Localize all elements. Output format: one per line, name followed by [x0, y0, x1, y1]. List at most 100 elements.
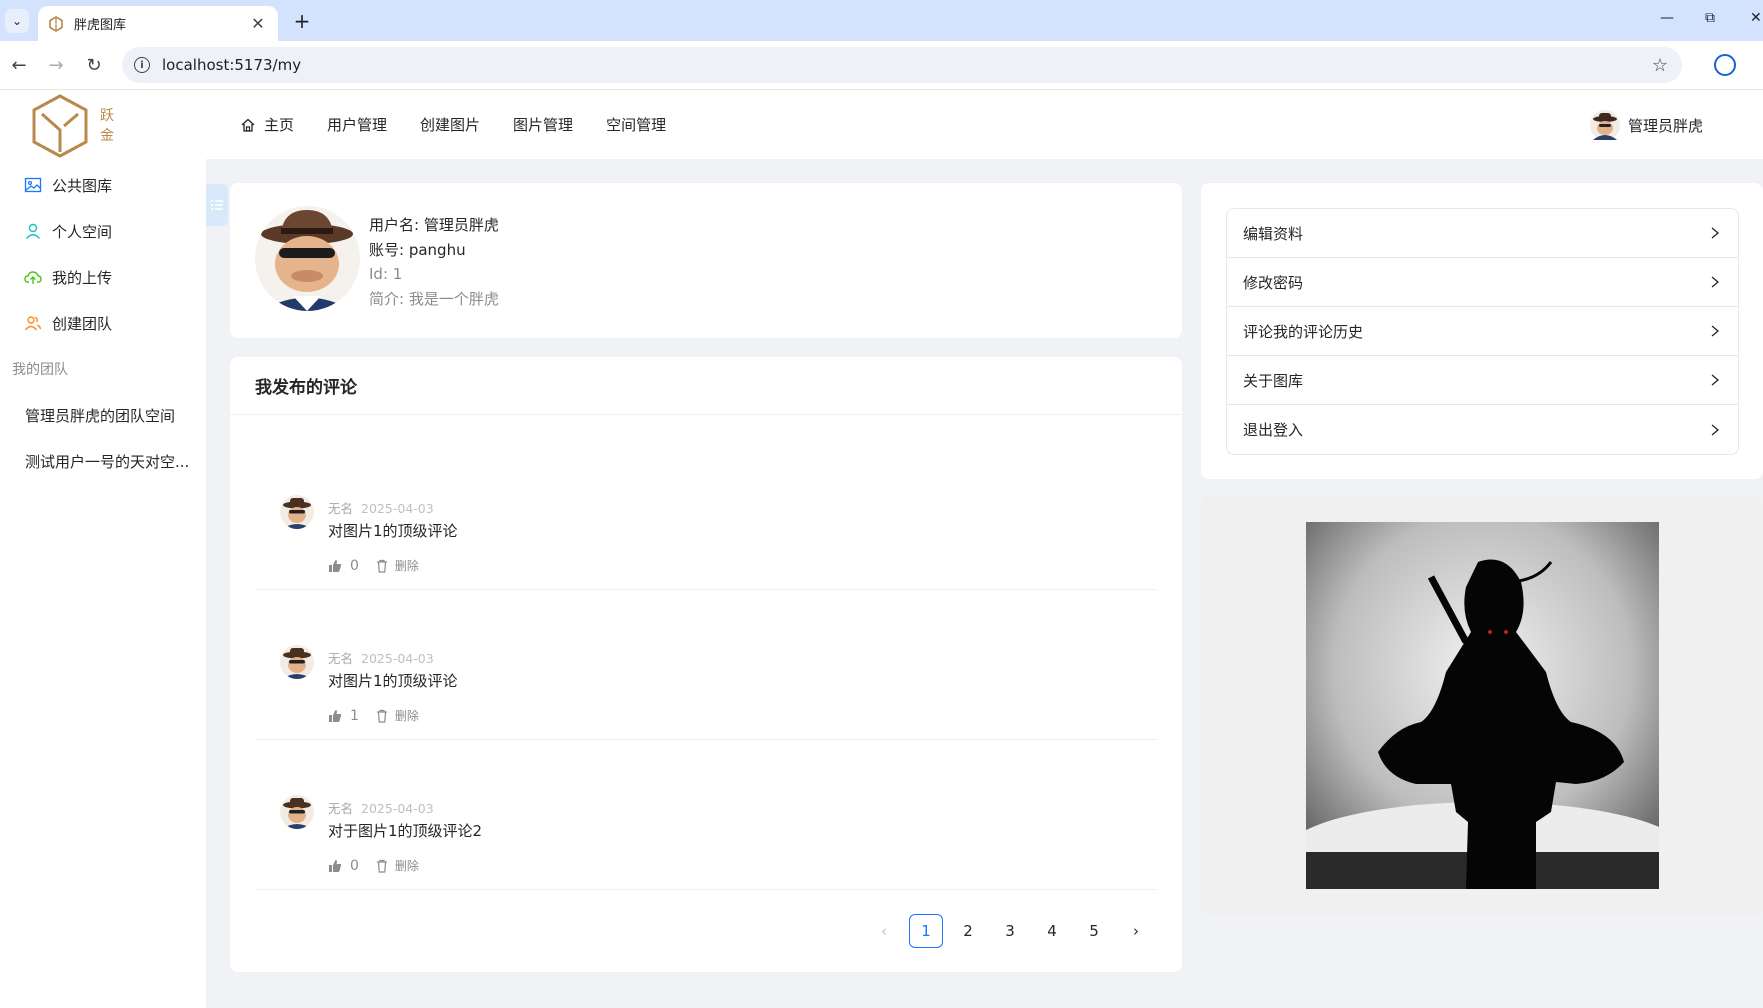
logo-char-1: 跃	[100, 108, 114, 124]
comment-content: 对图片1的顶级评论	[328, 522, 458, 540]
chevron-right-icon	[1711, 276, 1720, 288]
browser-tab[interactable]: 胖虎图库 ✕	[38, 6, 278, 41]
menu-item-label: 关于图库	[1243, 371, 1304, 390]
profile-avatar	[255, 206, 360, 311]
trash-icon[interactable]	[375, 709, 389, 723]
featured-image[interactable]	[1306, 522, 1659, 889]
tab-search-dropdown-icon[interactable]: ⌄	[5, 9, 29, 33]
team-icon	[24, 316, 42, 331]
like-button[interactable]: 0	[328, 558, 375, 574]
comment-actions: 1 删除	[328, 707, 419, 724]
like-count: 1	[350, 707, 359, 724]
browser-profile-icon[interactable]	[1714, 54, 1736, 76]
thumbs-up-icon	[329, 559, 342, 572]
page-2[interactable]: 2	[951, 914, 985, 948]
chevron-right-icon	[1711, 325, 1720, 337]
cloud-upload-icon	[24, 271, 42, 284]
sidebar-group-title: 我的团队	[12, 362, 68, 378]
next-page-icon[interactable]: ›	[1119, 914, 1153, 948]
reload-icon[interactable]: ↻	[82, 53, 106, 77]
menu-item-label: 编辑资料	[1243, 224, 1304, 243]
chevron-right-icon	[1711, 374, 1720, 386]
back-icon[interactable]: ←	[7, 53, 31, 77]
sidebar-collapse-toggle[interactable]	[206, 184, 228, 226]
nav-space-management[interactable]: 空间管理	[606, 114, 666, 135]
site-logo[interactable]: 跃 金	[28, 92, 128, 160]
browser-toolbar: ← → ↻ i localhost:5173/my ☆	[0, 41, 1763, 90]
nav-user-management[interactable]: 用户管理	[327, 114, 387, 135]
site-favicon-icon	[49, 15, 63, 32]
menu-item-label: 退出登入	[1243, 421, 1304, 439]
profile-username: 用户名: 管理员胖虎	[369, 216, 499, 234]
delete-comment-button[interactable]: 删除	[395, 557, 419, 574]
prev-page-icon[interactable]: ‹	[867, 914, 901, 948]
like-count: 0	[350, 557, 359, 574]
menu-logout[interactable]: 退出登入	[1227, 405, 1738, 454]
home-icon	[241, 118, 255, 132]
sidebar-item-my-uploads[interactable]: 我的上传	[0, 254, 206, 300]
nav-picture-management[interactable]: 图片管理	[513, 114, 573, 135]
nav-home[interactable]: 主页	[240, 114, 294, 135]
trash-icon[interactable]	[375, 559, 389, 573]
chevron-right-icon	[1711, 424, 1720, 435]
profile-account: 账号: panghu	[369, 240, 466, 259]
tab-close-icon[interactable]: ✕	[248, 14, 268, 33]
page-1[interactable]: 1	[909, 914, 943, 948]
comment-actions: 0 删除	[328, 857, 419, 874]
profile-info: 用户名: 管理员胖虎 账号: panghu Id: 1 简介: 我是一个胖虎	[369, 213, 499, 311]
bookmark-star-icon[interactable]: ☆	[1652, 55, 1668, 76]
menu-change-password[interactable]: 修改密码	[1227, 258, 1738, 307]
menu-about-gallery[interactable]: 关于图库	[1227, 356, 1738, 405]
like-button[interactable]: 0	[328, 858, 375, 874]
page-5[interactable]: 5	[1077, 914, 1111, 948]
profile-card: 用户名: 管理员胖虎 账号: panghu Id: 1 简介: 我是一个胖虎	[230, 183, 1182, 338]
comment-avatar	[280, 495, 314, 529]
sidebar-item-team-1[interactable]: 管理员胖虎的团队空间	[0, 392, 206, 438]
delete-comment-button[interactable]: 删除	[395, 707, 419, 724]
site-info-icon[interactable]: i	[134, 57, 150, 73]
sidebar-item-create-team[interactable]: 创建团队	[0, 300, 206, 346]
address-bar[interactable]: i localhost:5173/my ☆	[122, 47, 1682, 83]
trash-icon[interactable]	[375, 859, 389, 873]
sidebar-item-label: 我的上传	[52, 268, 113, 287]
page-4[interactable]: 4	[1035, 914, 1069, 948]
like-button[interactable]: 1	[328, 708, 375, 724]
logo-char-2: 金	[100, 128, 114, 144]
comment-author: 无名	[328, 501, 354, 516]
account-menu-list: 编辑资料 修改密码 评论我的评论历史 关于图库 退出登入	[1226, 208, 1739, 455]
comment-actions: 0 删除	[328, 557, 419, 574]
menu-item-label: 评论我的评论历史	[1243, 322, 1364, 341]
app-header: 跃 金 主页 用户管理 创建图片 图片管理 空间管理 管理员胖虎	[0, 90, 1763, 159]
window-close-icon[interactable]: ✕	[1750, 10, 1762, 26]
restore-icon[interactable]: ⧉	[1705, 10, 1715, 26]
new-tab-icon[interactable]: +	[290, 10, 314, 32]
delete-comment-button[interactable]: 删除	[395, 857, 419, 874]
sidebar-item-public-gallery[interactable]: 公共图库	[0, 162, 206, 208]
menu-edit-profile[interactable]: 编辑资料	[1227, 209, 1738, 258]
menu-comment-history[interactable]: 评论我的评论历史	[1227, 307, 1738, 356]
featured-image-card	[1201, 497, 1763, 915]
minimize-icon[interactable]: —	[1660, 10, 1674, 26]
comment-item: 无名 2025-04-03 对于图片1的顶级评论2 0 删除	[255, 740, 1157, 890]
top-navigation: 主页 用户管理 创建图片 图片管理 空间管理	[240, 90, 699, 159]
sidebar-item-label: 个人空间	[52, 222, 113, 241]
url-text[interactable]: localhost:5173/my	[162, 56, 1652, 74]
sidebar-item-label: 创建团队	[52, 314, 113, 333]
sidebar-item-team-2[interactable]: 测试用户一号的天对空...	[0, 438, 206, 484]
account-menu-card: 编辑资料 修改密码 评论我的评论历史 关于图库 退出登入	[1201, 183, 1763, 479]
menu-list-icon	[211, 200, 223, 210]
page-3[interactable]: 3	[993, 914, 1027, 948]
nav-create-picture[interactable]: 创建图片	[420, 114, 480, 135]
forward-icon[interactable]: →	[44, 53, 68, 77]
comment-avatar	[280, 795, 314, 829]
comment-item: 无名 2025-04-03 对图片1的顶级评论 1 删除	[255, 590, 1157, 740]
thumbs-up-icon	[329, 859, 342, 872]
comment-meta: 无名 2025-04-03	[328, 498, 434, 517]
pagination: ‹ 1 2 3 4 5 ›	[867, 914, 1161, 948]
profile-id: Id: 1	[369, 265, 403, 283]
nav-home-label: 主页	[264, 116, 295, 134]
comment-content: 对图片1的顶级评论	[328, 672, 458, 690]
user-menu[interactable]: 管理员胖虎	[1590, 110, 1703, 140]
sidebar-item-personal-space[interactable]: 个人空间	[0, 208, 206, 254]
comment-author: 无名	[328, 801, 354, 816]
